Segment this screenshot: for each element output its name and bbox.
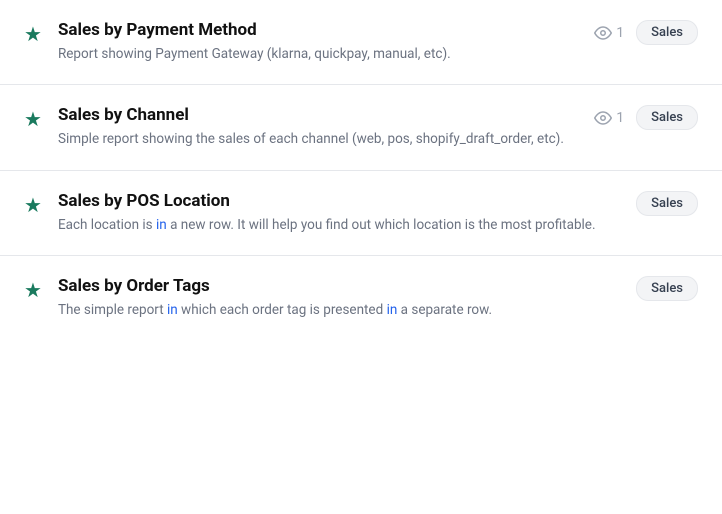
category-badge[interactable]: Sales	[636, 276, 698, 301]
report-content: Sales by Channel Simple report showing th…	[58, 105, 578, 149]
report-item-payment-method[interactable]: ★ Sales by Payment Method Report showing P…	[0, 0, 722, 85]
eye-icon	[594, 109, 612, 127]
report-title[interactable]: Sales by Channel	[58, 105, 578, 125]
star-icon[interactable]: ★	[24, 22, 42, 46]
category-badge[interactable]: Sales	[636, 20, 698, 45]
report-meta: Sales	[636, 276, 698, 301]
report-item-channel[interactable]: ★ Sales by Channel Simple report showing t…	[0, 85, 722, 170]
report-list: ★ Sales by Payment Method Report showing P…	[0, 0, 722, 340]
view-count: 1	[594, 109, 624, 127]
report-title[interactable]: Sales by POS Location	[58, 191, 620, 211]
view-count-number: 1	[616, 110, 624, 126]
report-description: Report showing Payment Gateway (klarna, …	[58, 44, 578, 64]
report-content: Sales by Order Tags The simple report in …	[58, 276, 620, 320]
report-description: Each location is in a new row. It will h…	[58, 215, 620, 235]
report-title[interactable]: Sales by Order Tags	[58, 276, 620, 296]
report-meta: 1 Sales	[594, 20, 698, 45]
report-description: The simple report in which each order ta…	[58, 300, 620, 320]
report-description: Simple report showing the sales of each …	[58, 129, 578, 149]
category-badge[interactable]: Sales	[636, 105, 698, 130]
report-content: Sales by Payment Method Report showing Pa…	[58, 20, 578, 64]
report-meta: 1 Sales	[594, 105, 698, 130]
report-content: Sales by POS Location Each location is in…	[58, 191, 620, 235]
report-item-pos-location[interactable]: ★ Sales by POS Location Each location is i…	[0, 171, 722, 256]
star-icon[interactable]: ★	[24, 107, 42, 131]
category-badge[interactable]: Sales	[636, 191, 698, 216]
star-icon[interactable]: ★	[24, 278, 42, 302]
eye-icon	[594, 24, 612, 42]
star-icon[interactable]: ★	[24, 193, 42, 217]
report-meta: Sales	[636, 191, 698, 216]
report-item-order-tags[interactable]: ★ Sales by Order Tags The simple report in…	[0, 256, 722, 340]
report-title[interactable]: Sales by Payment Method	[58, 20, 578, 40]
view-count-number: 1	[616, 25, 624, 41]
view-count: 1	[594, 24, 624, 42]
